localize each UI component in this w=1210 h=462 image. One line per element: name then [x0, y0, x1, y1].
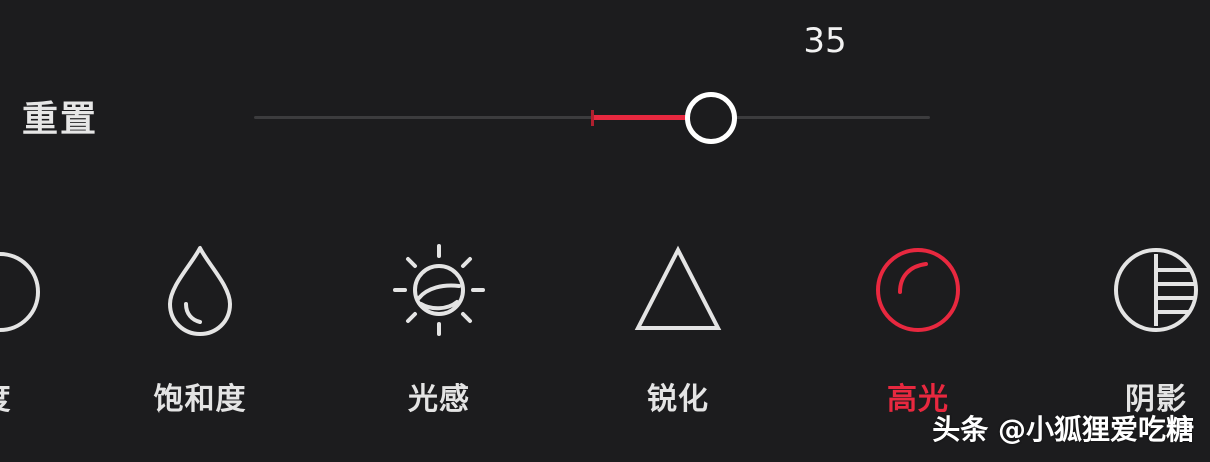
reset-button[interactable]: 重置: [22, 98, 98, 142]
watermark-text: 头条 @小狐狸爱吃糖: [932, 413, 1194, 446]
tool-item-brightness[interactable]: 度: [0, 240, 40, 440]
sun-icon: [393, 244, 485, 336]
water-drop-icon: [168, 246, 232, 336]
tool-label: 锐化: [647, 382, 709, 417]
slider-thumb[interactable]: [685, 92, 738, 144]
tool-item-light-sense[interactable]: 光感: [359, 240, 519, 440]
tool-item-sharpen[interactable]: 锐化: [598, 240, 758, 440]
highlight-circle-icon: [876, 248, 960, 332]
tool-item-highlights[interactable]: 高光: [838, 240, 998, 440]
slider-value-label: 35: [803, 21, 847, 61]
tool-label: 饱和度: [153, 382, 247, 417]
circle-partial-icon: [0, 252, 40, 332]
triangle-icon: [634, 245, 722, 330]
tool-label: 度: [0, 380, 76, 420]
tool-label: 光感: [408, 382, 470, 417]
shadow-circle-icon: [1114, 248, 1198, 332]
tool-item-saturation[interactable]: 饱和度: [120, 240, 280, 440]
adjustment-slider[interactable]: [254, 88, 930, 148]
tool-item-shadows[interactable]: 阴影: [1076, 240, 1210, 440]
slider-center-mark: [591, 110, 594, 126]
